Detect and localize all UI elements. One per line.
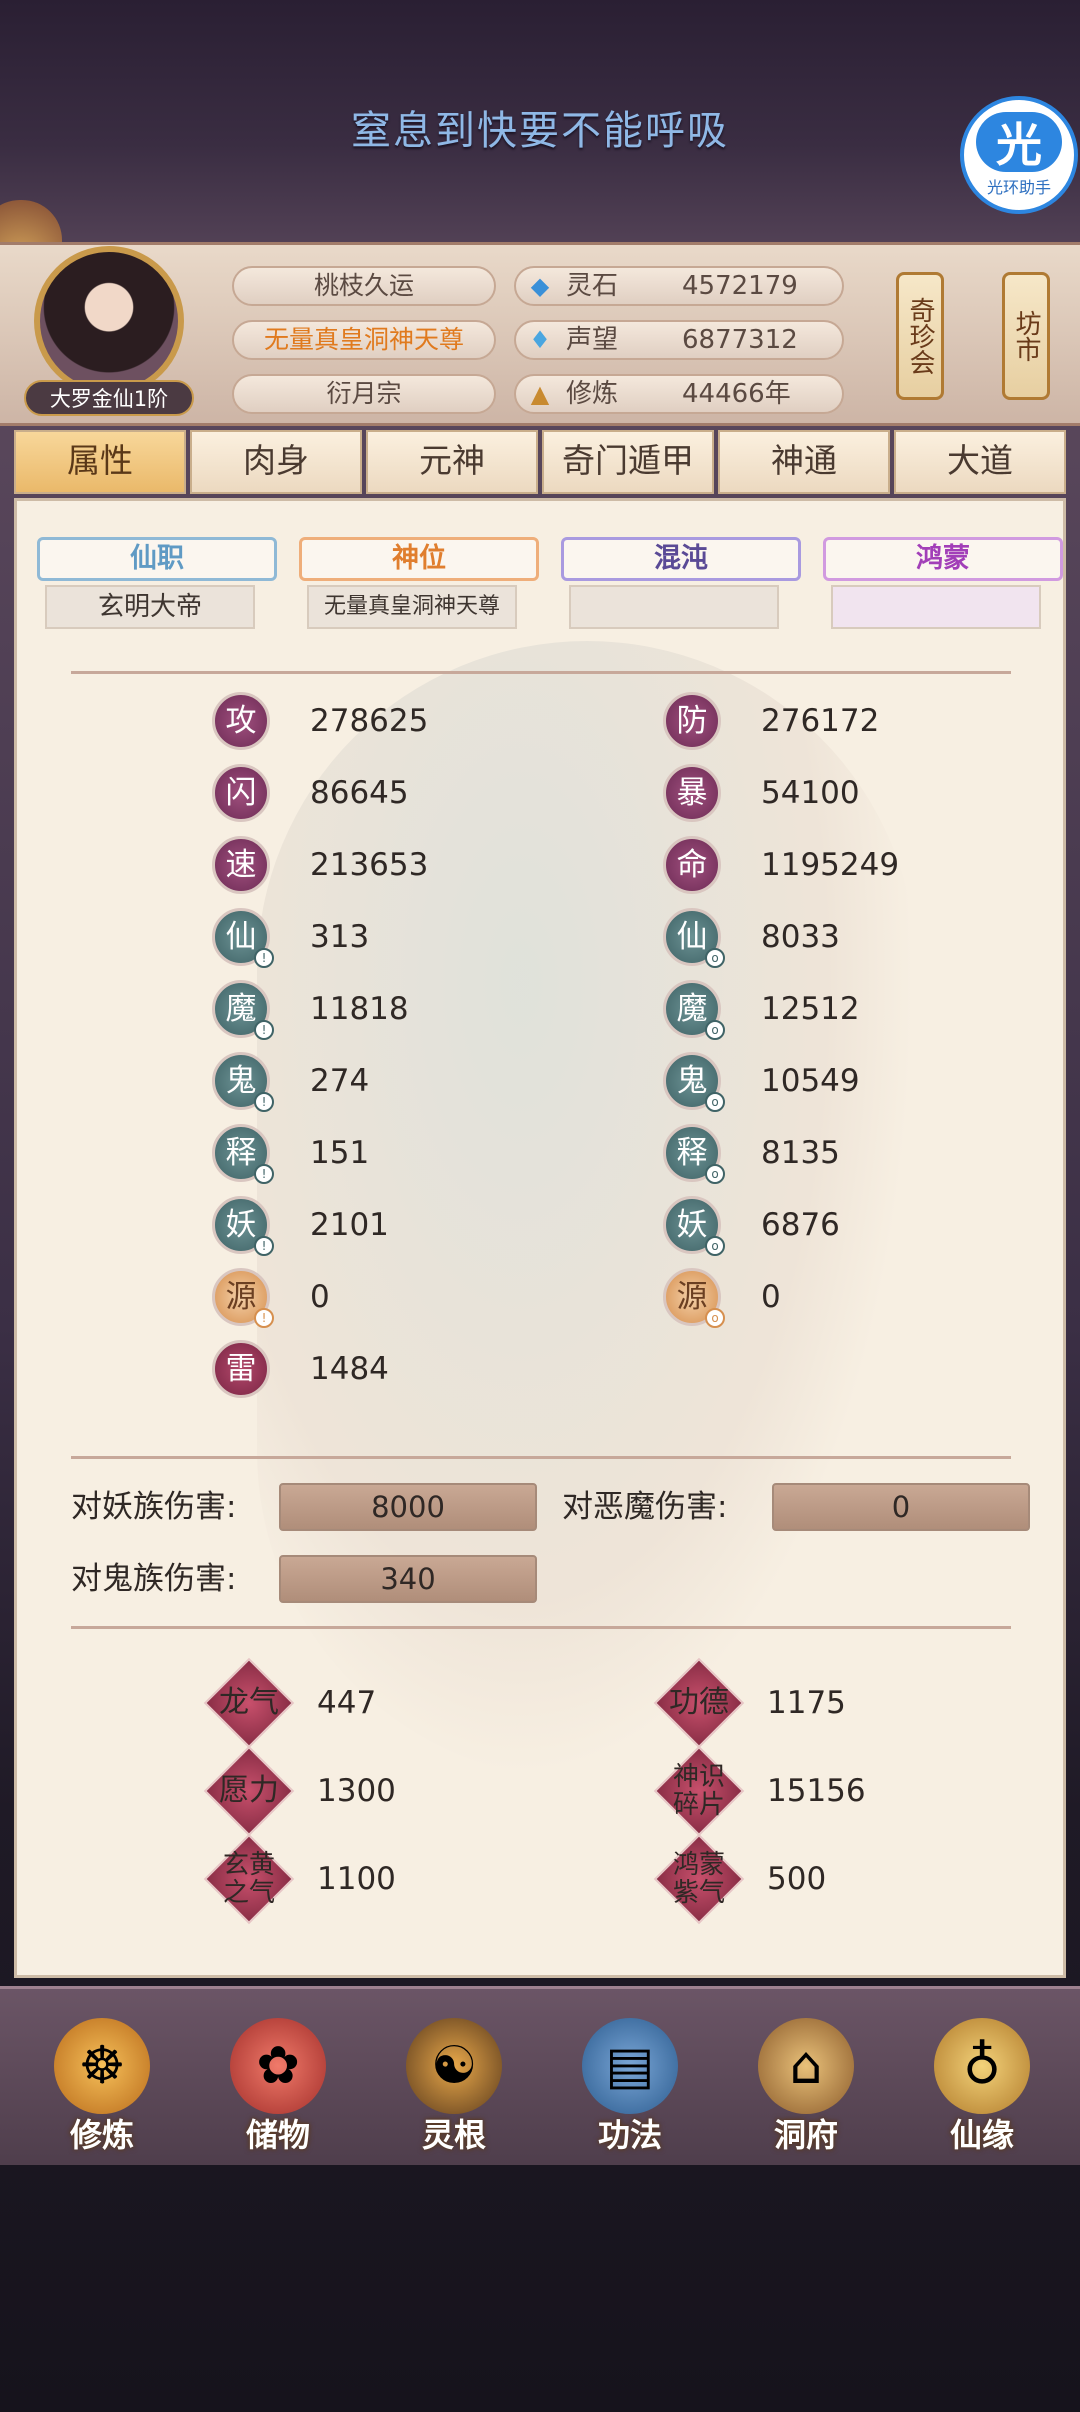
nav-mansion[interactable]: ⌂ 洞府 xyxy=(746,2018,866,2158)
nav-spirit-root[interactable]: ☯ 灵根 xyxy=(394,2018,514,2158)
defense-mark-icon: o xyxy=(705,948,725,968)
attack-mark-icon: ! xyxy=(254,948,274,968)
defense-mark-icon: o xyxy=(705,1020,725,1040)
nav-fate[interactable]: ♁ 仙缘 xyxy=(922,2018,1042,2158)
treasure-shop-button[interactable]: 奇珍会 xyxy=(896,272,944,400)
subtab-xianzhi-value: 玄明大帝 xyxy=(45,585,255,629)
helper-button[interactable]: 光 光环助手 xyxy=(960,96,1078,214)
rank-badge: 大罗金仙1阶 xyxy=(24,380,194,416)
bag-icon: ✿ xyxy=(230,2018,326,2114)
tab-shentong[interactable]: 神通 xyxy=(718,430,890,494)
reputation-icon: ♦ xyxy=(529,326,551,354)
subtab-xianzhi[interactable]: 仙职 xyxy=(37,537,277,581)
subtab-hongmeng[interactable]: 鸿蒙 xyxy=(823,537,1063,581)
helper-icon: 光 xyxy=(976,112,1062,172)
damage-vs-ghost-value: 340 xyxy=(279,1555,537,1603)
resource-spirit-stone: ◆ 灵石 4572179 xyxy=(514,266,844,306)
attack-mark-icon: ! xyxy=(254,1164,274,1184)
tab-attributes[interactable]: 属性 xyxy=(14,430,186,494)
subtab-hundun-value xyxy=(569,585,779,629)
divider xyxy=(71,671,1011,674)
spirit-stone-icon: ◆ xyxy=(530,272,550,300)
tab-soul[interactable]: 元神 xyxy=(366,430,538,494)
divider xyxy=(71,1456,1011,1459)
tab-body[interactable]: 肉身 xyxy=(190,430,362,494)
divider xyxy=(71,1626,1011,1629)
spirit-root-icon: ☯ xyxy=(406,2018,502,2114)
avatar[interactable] xyxy=(34,246,184,396)
tab-dadao[interactable]: 大道 xyxy=(894,430,1066,494)
damage-vs-monster-value: 8000 xyxy=(279,1483,537,1531)
attributes-panel: 仙职 玄明大帝 神位 无量真皇洞神天尊 混沌 鸿蒙 攻 278625 闪 86645… xyxy=(14,498,1066,1978)
subtab-shenwei-value: 无量真皇洞神天尊 xyxy=(307,585,517,629)
monk-icon: ☸ xyxy=(54,2018,150,2114)
player-title[interactable]: 无量真皇洞神天尊 xyxy=(232,320,496,360)
cultivation-icon: ▲ xyxy=(530,380,550,408)
page-title: 窒息到快要不能呼吸 xyxy=(351,108,729,154)
subtab-hundun[interactable]: 混沌 xyxy=(561,537,801,581)
main-tabs: 属性 肉身 元神 奇门遁甲 神通 大道 xyxy=(14,430,1066,494)
damage-vs-ghost-label: 对鬼族伤害: xyxy=(71,1561,237,1597)
attack-mark-icon: ! xyxy=(254,1308,274,1328)
defense-mark-icon: o xyxy=(705,1236,725,1256)
attack-mark-icon: ! xyxy=(254,1092,274,1112)
nav-storage[interactable]: ✿ 储物 xyxy=(218,2018,338,2158)
damage-vs-demon-value: 0 xyxy=(772,1483,1030,1531)
bottom-nav-bar xyxy=(0,1986,1080,2165)
player-sect: 衍月宗 xyxy=(232,374,496,414)
attack-mark-icon: ! xyxy=(254,1020,274,1040)
defense-mark-icon: o xyxy=(705,1308,725,1328)
book-icon: ▤ xyxy=(582,2018,678,2114)
defense-mark-icon: o xyxy=(705,1164,725,1184)
market-button[interactable]: 坊市 xyxy=(1002,272,1050,400)
helper-label: 光环助手 xyxy=(986,178,1051,197)
resource-cultivation: ▲ 修炼 44466年 xyxy=(514,374,844,414)
attack-mark-icon: ! xyxy=(254,1236,274,1256)
nav-cultivate[interactable]: ☸ 修炼 xyxy=(42,2018,162,2158)
subtab-hongmeng-value xyxy=(831,585,1041,629)
gourd-icon: ♁ xyxy=(934,2018,1030,2114)
resource-reputation: ♦ 声望 6877312 xyxy=(514,320,844,360)
damage-vs-monster-label: 对妖族伤害: xyxy=(71,1489,237,1525)
mansion-icon: ⌂ xyxy=(758,2018,854,2114)
subtab-shenwei[interactable]: 神位 xyxy=(299,537,539,581)
defense-mark-icon: o xyxy=(705,1092,725,1112)
tab-qimen[interactable]: 奇门遁甲 xyxy=(542,430,714,494)
damage-vs-demon-label: 对恶魔伤害: xyxy=(562,1489,728,1525)
player-name: 桃枝久运 xyxy=(232,266,496,306)
nav-techniques[interactable]: ▤ 功法 xyxy=(570,2018,690,2158)
